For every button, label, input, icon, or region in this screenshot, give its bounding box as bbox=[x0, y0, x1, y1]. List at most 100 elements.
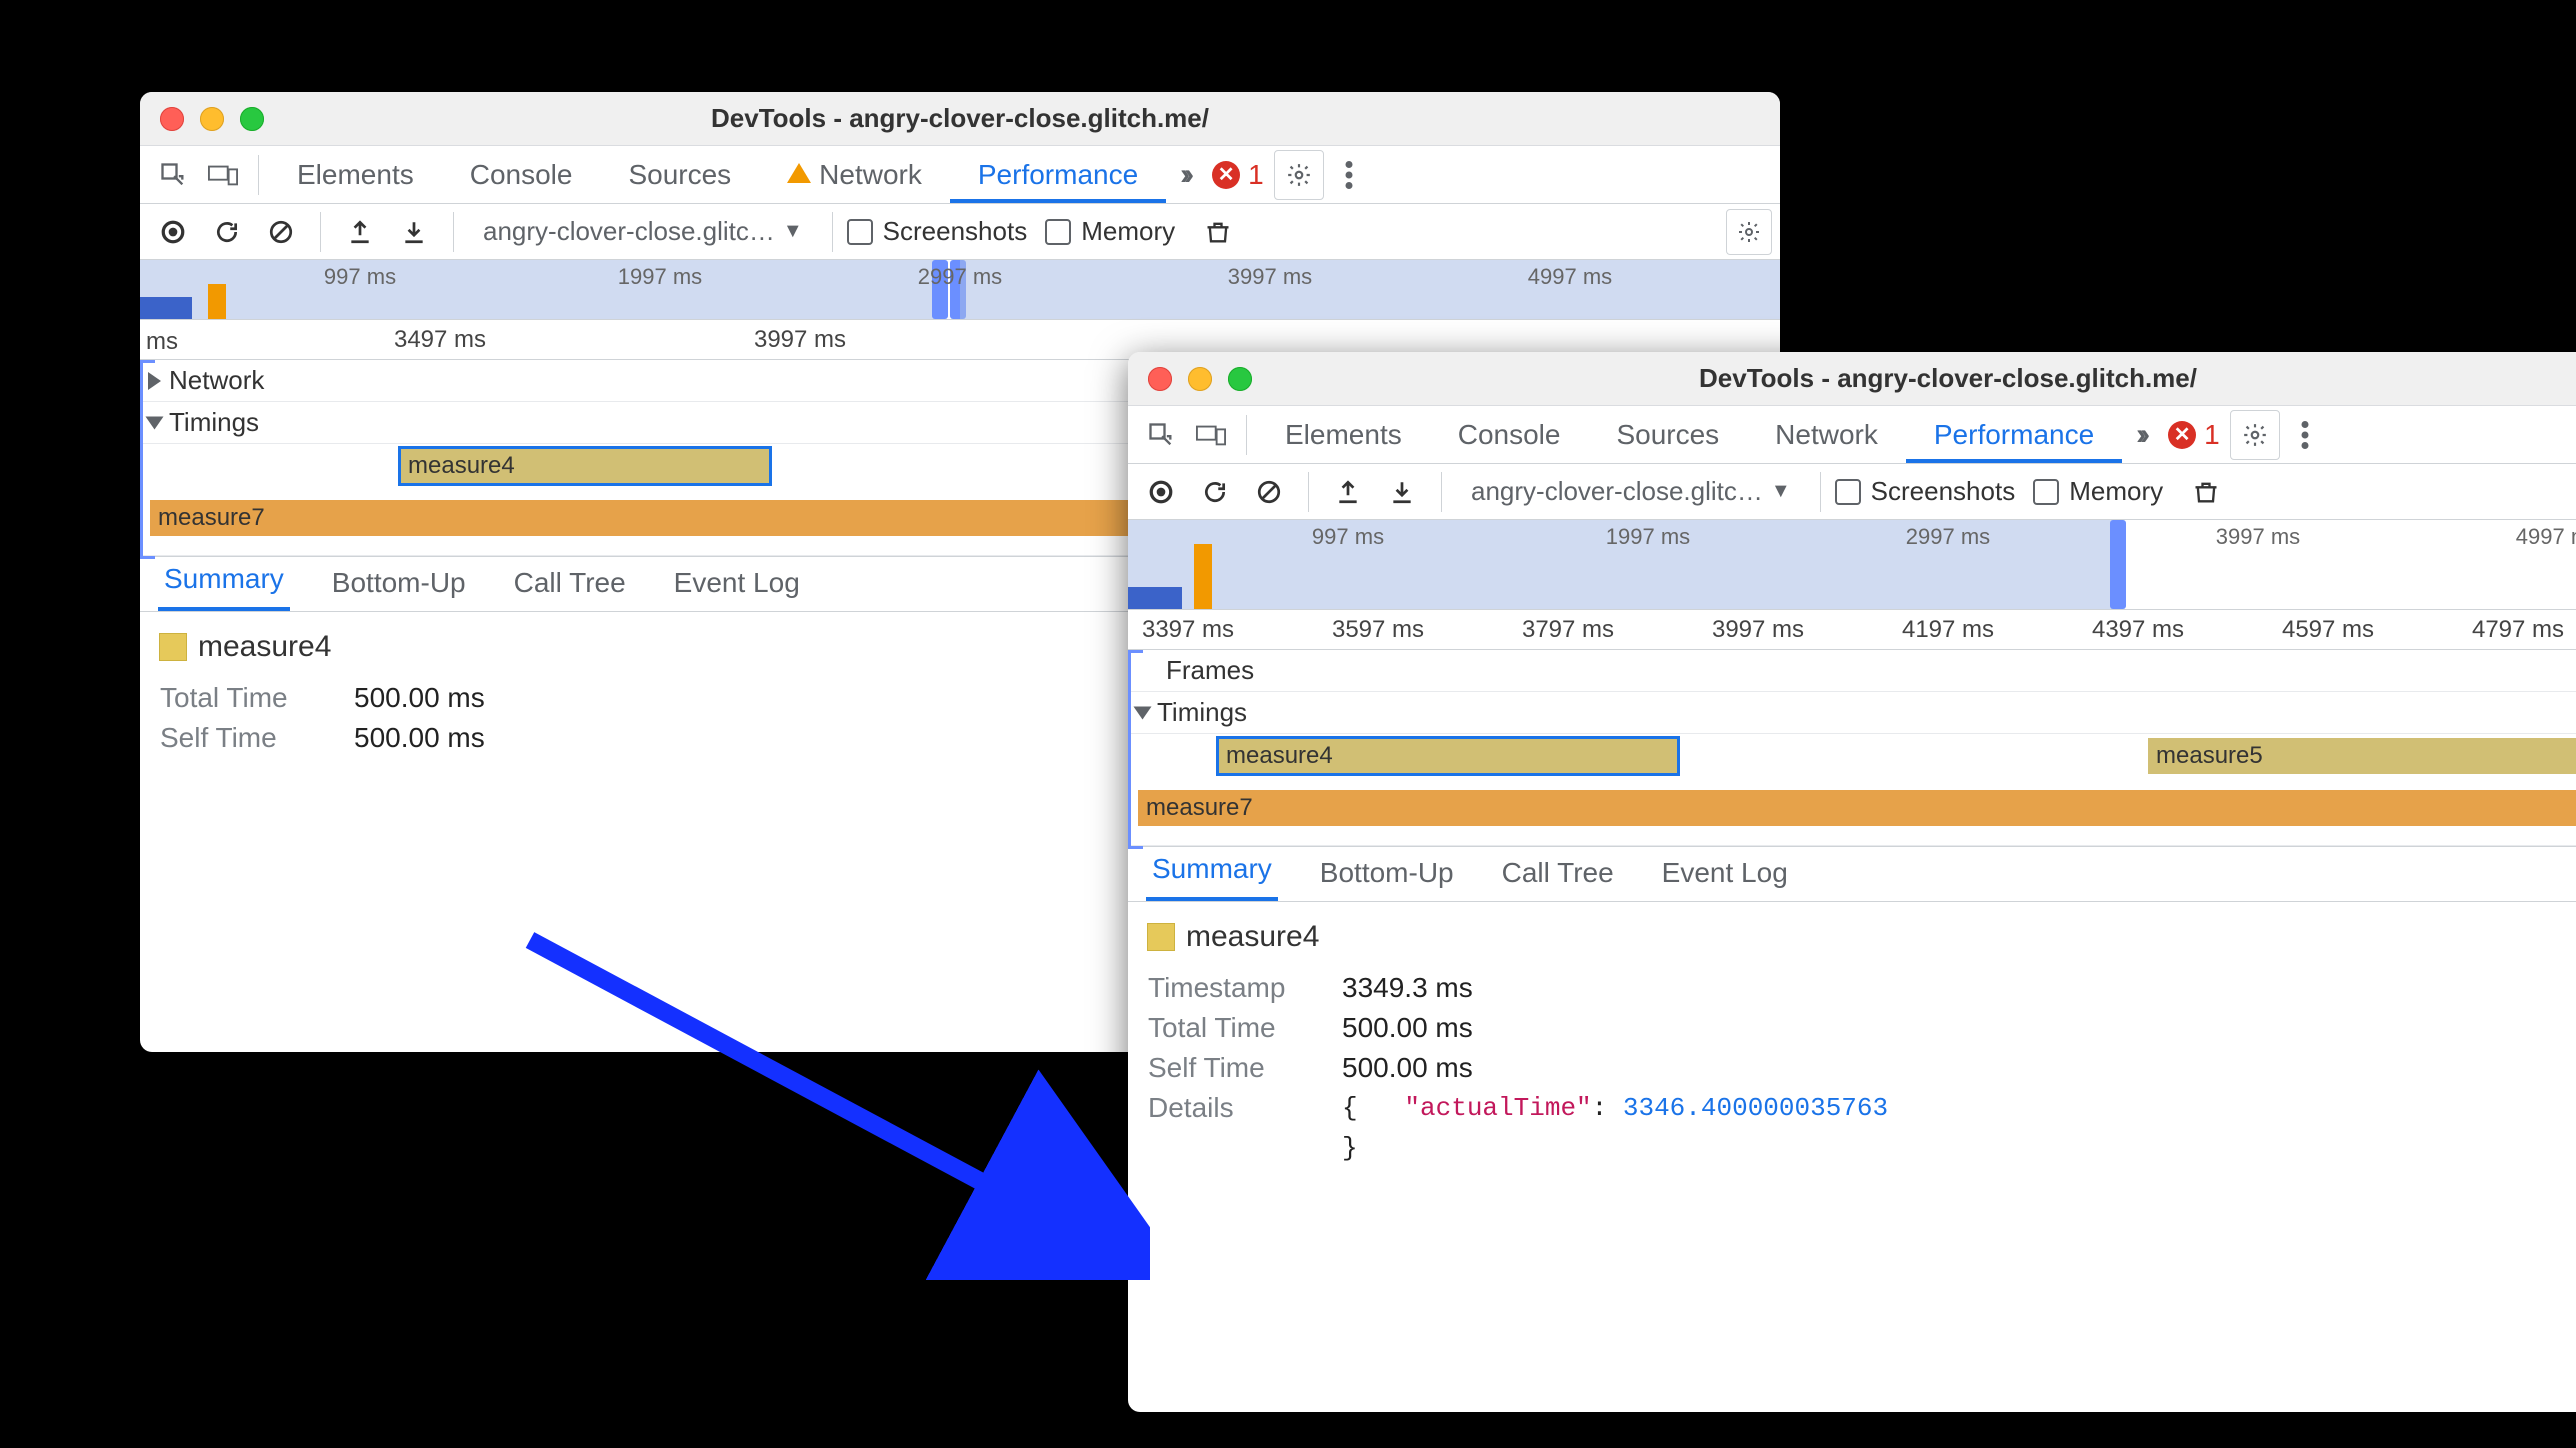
error-count[interactable]: ✕ 1 bbox=[2158, 419, 2230, 451]
total-time-value: 500.00 ms bbox=[1342, 1008, 1473, 1048]
window-title: DevTools - angry-clover-close.glitch.me/ bbox=[140, 103, 1780, 134]
dtab-eventlog[interactable]: Event Log bbox=[668, 555, 806, 611]
overview-tick: 2997 ms bbox=[1906, 524, 1990, 550]
recording-select[interactable]: angry-clover-close.glitc… ▼ bbox=[468, 209, 818, 254]
summary-event-name: measure4 bbox=[198, 630, 331, 664]
flamechart[interactable]: measure4 measure5 measure7 bbox=[1128, 734, 2576, 846]
ruler-tick: 3497 ms bbox=[394, 326, 486, 354]
reload-icon[interactable] bbox=[1190, 467, 1240, 517]
span-measure7[interactable]: measure7 bbox=[1138, 790, 2576, 826]
close-window-icon[interactable] bbox=[1148, 367, 1172, 391]
memory-checkbox[interactable]: Memory bbox=[2033, 476, 2177, 507]
screenshots-checkbox[interactable]: Screenshots bbox=[847, 216, 1042, 247]
download-icon[interactable] bbox=[389, 207, 439, 257]
track-frames[interactable]: Frames bbox=[1128, 650, 2576, 692]
ruler-unit: ms bbox=[146, 328, 178, 356]
tab-performance[interactable]: Performance bbox=[950, 147, 1166, 203]
recording-name: angry-clover-close.glitc… bbox=[483, 216, 775, 247]
self-time-value: 500.00 ms bbox=[1342, 1048, 1473, 1088]
dtab-eventlog[interactable]: Event Log bbox=[1656, 845, 1794, 901]
recording-select[interactable]: angry-clover-close.glitc… ▼ bbox=[1456, 469, 1806, 514]
kebab-menu-icon[interactable] bbox=[1324, 150, 1374, 200]
minimize-window-icon[interactable] bbox=[1188, 367, 1212, 391]
reload-icon[interactable] bbox=[202, 207, 252, 257]
more-tabs-icon[interactable]: ›› bbox=[2122, 418, 2158, 452]
titlebar: DevTools - angry-clover-close.glitch.me/ bbox=[140, 92, 1780, 146]
divider bbox=[1246, 415, 1247, 455]
dtab-bottomup[interactable]: Bottom-Up bbox=[1314, 845, 1460, 901]
flame-ruler[interactable]: 3397 ms 3597 ms 3797 ms 3997 ms 4197 ms … bbox=[1128, 610, 2576, 650]
span-measure4[interactable]: measure4 bbox=[400, 448, 770, 484]
selection-handle-left[interactable] bbox=[2110, 520, 2126, 609]
record-icon[interactable] bbox=[1136, 467, 1186, 517]
download-icon[interactable] bbox=[1377, 467, 1427, 517]
selection-mask bbox=[960, 260, 1780, 319]
dtab-bottomup[interactable]: Bottom-Up bbox=[326, 555, 472, 611]
dtab-summary[interactable]: Summary bbox=[158, 551, 290, 611]
self-time-key: Self Time bbox=[160, 718, 330, 758]
error-count[interactable]: ✕ 1 bbox=[1202, 159, 1274, 191]
ruler-tick: 4397 ms bbox=[2092, 616, 2184, 644]
ruler-tick: 3997 ms bbox=[1712, 616, 1804, 644]
tab-network[interactable]: Network bbox=[759, 147, 950, 203]
capture-settings-icon[interactable] bbox=[1726, 209, 1772, 255]
record-icon[interactable] bbox=[148, 207, 198, 257]
tab-console[interactable]: Console bbox=[1430, 407, 1589, 463]
warning-icon bbox=[787, 163, 811, 183]
clear-icon[interactable] bbox=[256, 207, 306, 257]
tab-sources[interactable]: Sources bbox=[600, 147, 759, 203]
summary-pane: measure4 Timestamp 3349.3 ms Total Time … bbox=[1128, 902, 2576, 1186]
inspect-element-icon[interactable] bbox=[1136, 410, 1186, 460]
memory-label: Memory bbox=[1081, 216, 1175, 247]
close-window-icon[interactable] bbox=[160, 107, 184, 131]
clear-icon[interactable] bbox=[1244, 467, 1294, 517]
span-measure5[interactable]: measure5 bbox=[2148, 738, 2576, 774]
dtab-calltree[interactable]: Call Tree bbox=[1496, 845, 1620, 901]
error-icon: ✕ bbox=[2168, 421, 2196, 449]
zoom-window-icon[interactable] bbox=[1228, 367, 1252, 391]
settings-icon[interactable] bbox=[2230, 410, 2280, 460]
traffic-lights bbox=[140, 107, 264, 131]
tab-console[interactable]: Console bbox=[442, 147, 601, 203]
screenshots-checkbox[interactable]: Screenshots bbox=[1835, 476, 2030, 507]
json-value: 3346.400000035763 bbox=[1623, 1093, 1888, 1123]
dtab-summary[interactable]: Summary bbox=[1146, 841, 1278, 901]
screenshots-label: Screenshots bbox=[1871, 476, 2016, 507]
self-time-key: Self Time bbox=[1148, 1048, 1318, 1088]
traffic-lights bbox=[1128, 367, 1252, 391]
self-time-value: 500.00 ms bbox=[354, 718, 485, 758]
timestamp-key: Timestamp bbox=[1148, 968, 1318, 1008]
error-count-value: 1 bbox=[2204, 419, 2220, 451]
upload-icon[interactable] bbox=[335, 207, 385, 257]
caret-down-icon: ▼ bbox=[783, 220, 803, 243]
span-measure4[interactable]: measure4 bbox=[1218, 738, 1678, 774]
tab-performance[interactable]: Performance bbox=[1906, 407, 2122, 463]
device-toolbar-icon[interactable] bbox=[1186, 410, 1236, 460]
overview-cpu bbox=[208, 284, 226, 319]
zoom-window-icon[interactable] bbox=[240, 107, 264, 131]
overview-tick: 1997 ms bbox=[618, 264, 702, 290]
upload-icon[interactable] bbox=[1323, 467, 1373, 517]
gc-icon[interactable] bbox=[2181, 467, 2231, 517]
tab-sources[interactable]: Sources bbox=[1588, 407, 1747, 463]
memory-checkbox[interactable]: Memory bbox=[1045, 216, 1189, 247]
settings-icon[interactable] bbox=[1274, 150, 1324, 200]
summary-title: measure4 bbox=[1148, 920, 2576, 954]
divider bbox=[320, 212, 321, 252]
more-tabs-icon[interactable]: ›› bbox=[1166, 158, 1202, 192]
recording-name: angry-clover-close.glitc… bbox=[1471, 476, 1763, 507]
track-timings[interactable]: Timings bbox=[1128, 692, 2576, 734]
overview-ruler[interactable]: 997 ms 1997 ms 2997 ms 3997 ms 4997 ms bbox=[140, 260, 1780, 320]
device-toolbar-icon[interactable] bbox=[198, 150, 248, 200]
tab-network[interactable]: Network bbox=[1747, 407, 1906, 463]
overview-tick: 2997 ms bbox=[918, 264, 1002, 290]
minimize-window-icon[interactable] bbox=[200, 107, 224, 131]
overview-ruler[interactable]: 997 ms 1997 ms 2997 ms 3997 ms 4997 ms C… bbox=[1128, 520, 2576, 610]
tab-elements[interactable]: Elements bbox=[269, 147, 442, 203]
tab-elements[interactable]: Elements bbox=[1257, 407, 1430, 463]
gc-icon[interactable] bbox=[1193, 207, 1243, 257]
kebab-menu-icon[interactable] bbox=[2280, 410, 2330, 460]
dtab-calltree[interactable]: Call Tree bbox=[508, 555, 632, 611]
track-label: Network bbox=[169, 365, 264, 396]
inspect-element-icon[interactable] bbox=[148, 150, 198, 200]
